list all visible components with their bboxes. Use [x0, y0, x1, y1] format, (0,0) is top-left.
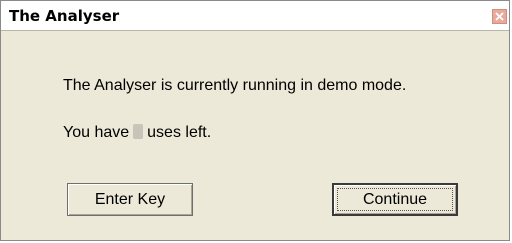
enter-key-button[interactable]: Enter Key [67, 183, 193, 216]
analyser-dialog: The Analyser The Analyser is currently r… [0, 0, 510, 241]
uses-suffix: uses left. [147, 124, 212, 141]
uses-prefix: You have [63, 124, 130, 141]
demo-mode-message: The Analyser is currently running in dem… [63, 77, 407, 94]
window-title: The Analyser [9, 7, 120, 25]
close-icon [495, 12, 504, 21]
continue-button[interactable]: Continue [332, 183, 458, 216]
close-button[interactable] [492, 9, 507, 24]
uses-count-obscured [133, 124, 144, 139]
title-bar[interactable]: The Analyser [1, 1, 509, 31]
uses-left-message: You have uses left. [63, 124, 211, 142]
